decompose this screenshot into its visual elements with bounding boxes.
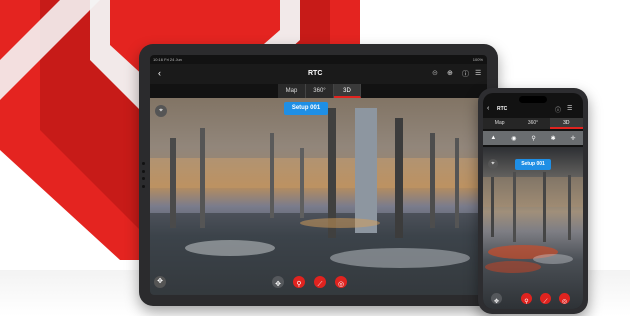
pin-icon: ⚲: [524, 299, 529, 305]
back-icon[interactable]: ‹: [158, 68, 161, 78]
measure-icon: ⟋: [543, 299, 548, 305]
pan-button[interactable]: ✥: [272, 276, 284, 288]
tab-360[interactable]: 360°: [306, 84, 334, 98]
view-tabs: Map 360° 3D: [278, 84, 361, 98]
tablet-side-buttons: [142, 162, 146, 188]
target-icon[interactable]: ◉: [511, 135, 516, 142]
pin-icon: ⚲: [296, 281, 302, 288]
toggle-icon[interactable]: ⊝: [432, 69, 438, 77]
crosshair-icon[interactable]: ✛: [571, 135, 576, 142]
location-pin-icon[interactable]: ⌖: [155, 105, 167, 117]
move-icon: ✥: [493, 299, 500, 305]
status-time: 10:16 Fri 24 Jun: [153, 57, 182, 62]
measure-button[interactable]: ⟋: [314, 276, 326, 288]
back-icon[interactable]: ‹: [487, 105, 489, 112]
status-battery: 100%: [472, 57, 483, 62]
location-pin-icon[interactable]: ⌖: [488, 159, 498, 169]
tab-map[interactable]: Map: [483, 118, 517, 129]
measure-button[interactable]: ⟋: [540, 293, 551, 305]
tablet-device: 10:16 Fri 24 Jun 100% ‹ RTC ⊝ ⊕ ⓘ ☰ Map …: [139, 44, 498, 306]
view-tabs: Map 360° 3D: [483, 118, 583, 129]
setup-button[interactable]: Setup 001: [515, 159, 551, 170]
settings-icon[interactable]: ⊕: [447, 69, 453, 77]
gear-icon[interactable]: ✱: [551, 135, 556, 142]
page-title: RTC: [308, 70, 323, 77]
phone-device: ‹ RTC ⓘ ☰ Map 360° 3D ▲ ◉ ⚲ ✱ ✛ ⌖ Setup …: [478, 88, 588, 314]
pin-button[interactable]: ⚲: [521, 293, 532, 305]
point-cloud-view[interactable]: ⌖ Setup 001 ✥ ✥ ⚲ ⟋ ◎: [150, 98, 487, 295]
layers-icon[interactable]: ☰: [475, 69, 481, 77]
pin-button[interactable]: ⚲: [293, 276, 305, 288]
point-cloud-render: [150, 98, 487, 295]
camera-button[interactable]: ◎: [335, 276, 347, 288]
move-icon[interactable]: ✥: [154, 276, 166, 288]
camera-button[interactable]: ◎: [559, 293, 570, 305]
info-icon[interactable]: ⓘ: [462, 69, 469, 79]
setup-button[interactable]: Setup 001: [284, 102, 328, 115]
camera-icon: ◎: [337, 281, 345, 288]
camera-icon: ◎: [561, 299, 568, 305]
phone-toolbar: ▲ ◉ ⚲ ✱ ✛: [483, 131, 583, 145]
layers-icon[interactable]: ☰: [567, 105, 572, 112]
warning-icon[interactable]: ▲: [490, 135, 496, 141]
status-bar: 10:16 Fri 24 Jun 100%: [150, 55, 487, 64]
pin-icon[interactable]: ⚲: [531, 135, 535, 142]
tab-3d[interactable]: 3D: [549, 118, 583, 129]
point-cloud-view[interactable]: ⌖ Setup 001 ✥ ⚲ ⟋ ◎: [483, 147, 583, 309]
info-icon[interactable]: ⓘ: [555, 105, 561, 114]
tab-360[interactable]: 360°: [516, 118, 550, 129]
measure-icon: ⟋: [317, 281, 323, 288]
tab-map[interactable]: Map: [278, 84, 306, 98]
top-bar: ‹ RTC ⊝ ⊕ ⓘ ☰: [150, 64, 487, 84]
tab-3d[interactable]: 3D: [334, 84, 361, 98]
tablet-screen: 10:16 Fri 24 Jun 100% ‹ RTC ⊝ ⊕ ⓘ ☰ Map …: [150, 55, 487, 295]
move-icon: ✥: [275, 281, 281, 288]
point-cloud-render: [483, 172, 583, 273]
dynamic-island: [519, 96, 547, 103]
phone-screen: ‹ RTC ⓘ ☰ Map 360° 3D ▲ ◉ ⚲ ✱ ✛ ⌖ Setup …: [483, 93, 583, 309]
page-title: RTC: [497, 106, 508, 112]
pan-button[interactable]: ✥: [491, 293, 502, 305]
